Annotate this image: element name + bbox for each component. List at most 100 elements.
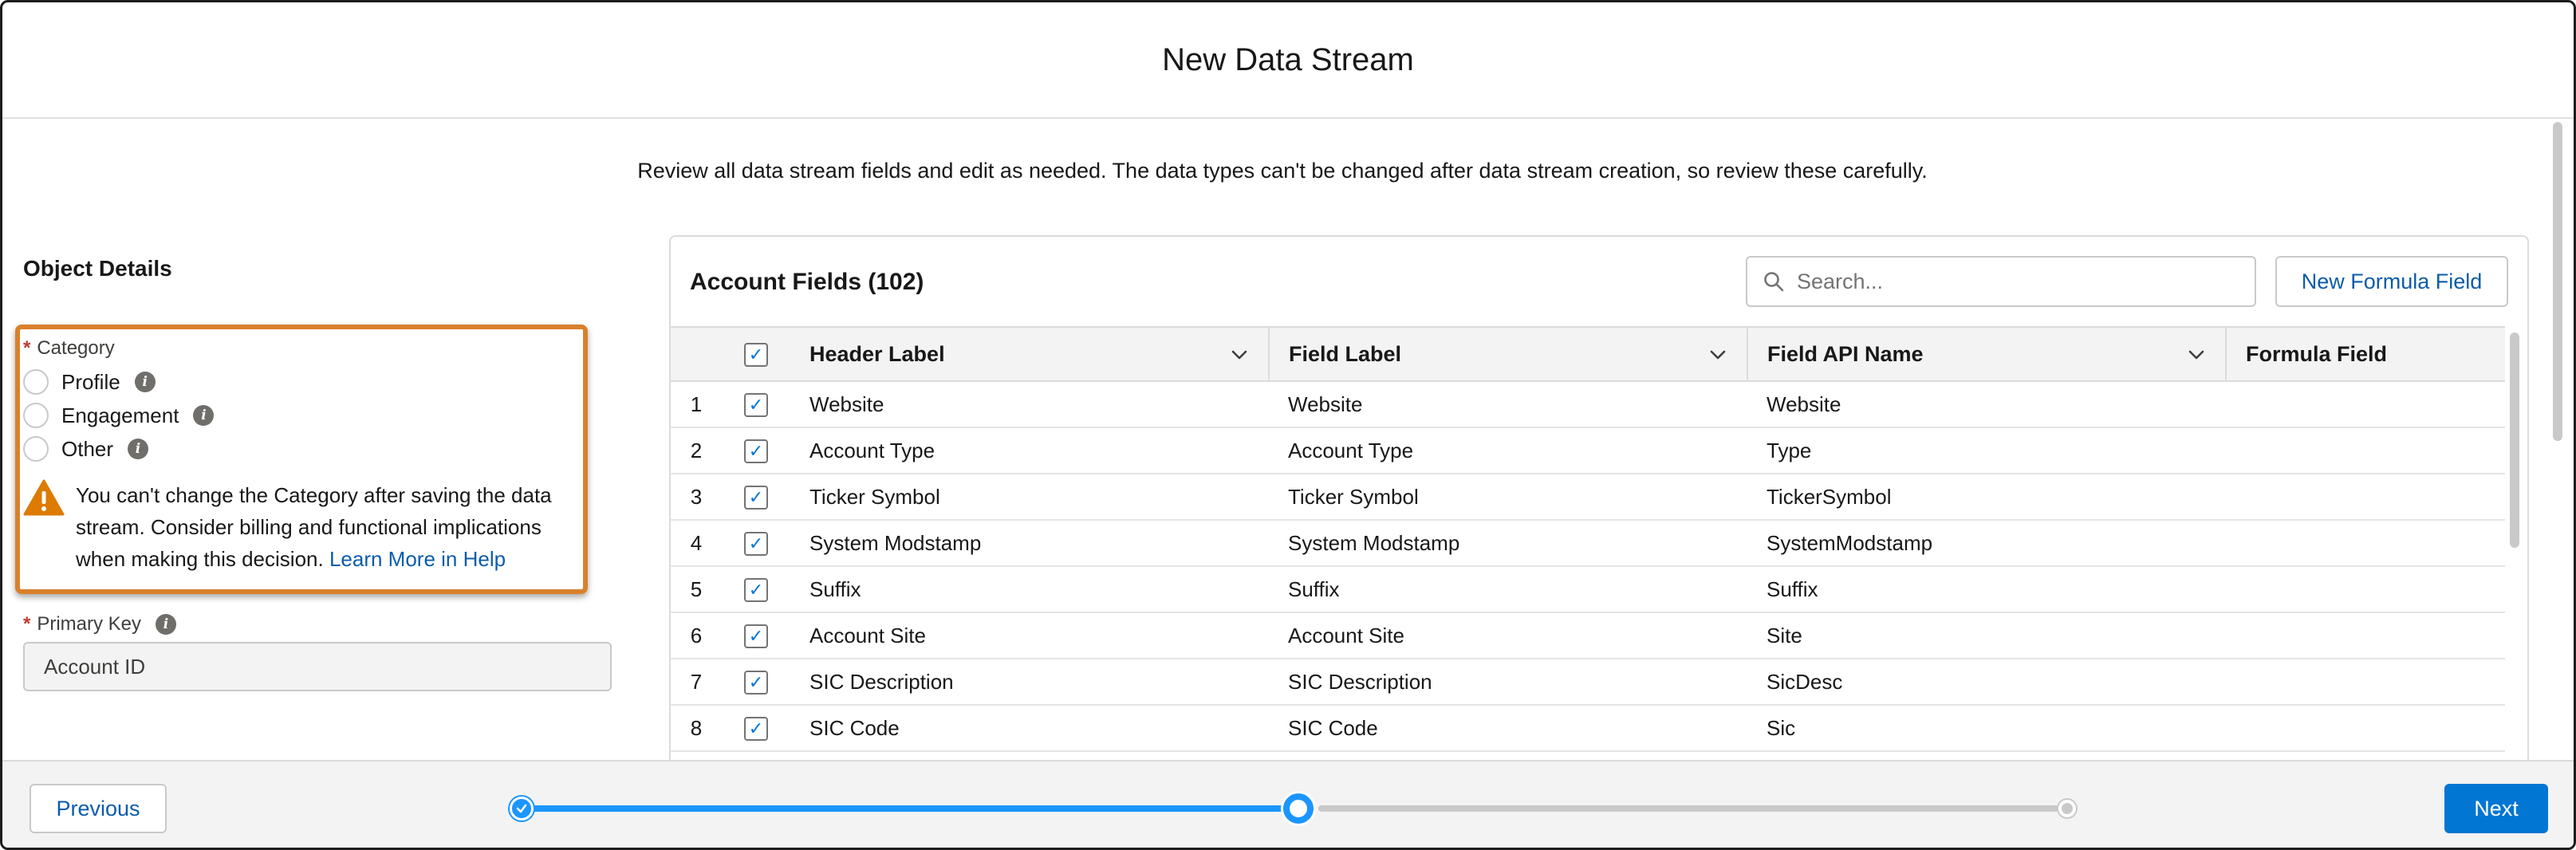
chevron-down-icon[interactable] — [1708, 345, 1727, 364]
chevron-down-icon[interactable] — [1230, 345, 1249, 364]
row-checkbox-cell: ✓ — [722, 612, 790, 659]
row-checkbox-cell: ✓ — [722, 520, 790, 567]
search-icon — [1764, 272, 1784, 292]
row-number: 6 — [671, 612, 722, 659]
column-header-text: Field Label — [1289, 341, 1402, 366]
row-checkbox[interactable]: ✓ — [744, 532, 768, 557]
header-label-cell[interactable]: SIC Description — [790, 659, 1269, 706]
row-checkbox-cell: ✓ — [722, 381, 790, 428]
row-checkbox[interactable]: ✓ — [744, 486, 768, 510]
table-header-row: ✓ Header Label Field Label Field API Nam… — [671, 326, 2505, 382]
page-scrollbar[interactable] — [2553, 122, 2562, 441]
fields-card-title: Account Fields (102) — [690, 269, 924, 295]
formula-field-cell — [2226, 566, 2505, 613]
required-marker: * — [23, 613, 31, 635]
progress-step-completed[interactable] — [510, 797, 534, 820]
table-row[interactable]: 1 ✓ Website Website Website — [671, 381, 2505, 428]
row-checkbox[interactable]: ✓ — [744, 624, 768, 649]
column-header-field-api-name[interactable]: Field API Name — [1747, 326, 2227, 382]
row-number: 5 — [671, 566, 722, 613]
formula-field-cell — [2226, 381, 2505, 428]
field-label-cell: System Modstamp — [1269, 520, 1747, 567]
checkmark-icon — [516, 804, 527, 813]
progress-step-current[interactable] — [1283, 793, 1314, 824]
next-button[interactable]: Next — [2444, 784, 2548, 833]
column-header-text: Field API Name — [1767, 341, 1924, 366]
api-name-cell: Suffix — [1747, 566, 2226, 613]
api-name-cell: SystemModstamp — [1747, 520, 2226, 567]
formula-field-cell — [2226, 474, 2505, 521]
column-header-header-label[interactable]: Header Label — [790, 326, 1270, 382]
field-label-cell: Account Type — [1269, 427, 1747, 474]
new-formula-field-button[interactable]: New Formula Field — [2275, 256, 2508, 307]
row-number: 2 — [671, 427, 722, 474]
table-row[interactable]: 5 ✓ Suffix Suffix Suffix — [671, 566, 2505, 613]
header-label-cell[interactable]: Ticker Symbol — [790, 474, 1269, 521]
chevron-down-icon[interactable] — [2187, 345, 2206, 364]
modal-title: New Data Stream — [1162, 41, 1414, 77]
api-name-cell: Type — [1747, 427, 2226, 474]
column-header-field-label[interactable]: Field Label — [1269, 326, 1748, 382]
row-checkbox-cell: ✓ — [722, 474, 790, 521]
row-number: 8 — [671, 705, 722, 752]
row-checkbox-cell: ✓ — [722, 659, 790, 706]
modal-header: New Data Stream — [2, 2, 2574, 119]
api-name-cell: Site — [1747, 612, 2226, 659]
column-header-text: Formula Field — [2246, 341, 2388, 366]
header-label-cell[interactable]: Website — [790, 381, 1269, 428]
header-label-cell[interactable]: Suffix — [790, 566, 1269, 613]
field-label-cell: SIC Code — [1269, 705, 1747, 752]
field-label-cell: Website — [1269, 381, 1747, 428]
progress-step-upcoming[interactable] — [2058, 800, 2076, 817]
header-label-cell[interactable]: SIC Code — [790, 705, 1269, 752]
header-label-cell[interactable]: Account Site — [790, 612, 1269, 659]
account-fields-card: Account Fields (102) New Formula Field — [669, 235, 2529, 848]
table-row[interactable]: 4 ✓ System Modstamp System Modstamp SystemMo… — [671, 520, 2505, 567]
row-checkbox[interactable]: ✓ — [744, 671, 768, 695]
header-label-cell[interactable]: System Modstamp — [790, 520, 1269, 567]
select-all-checkbox[interactable]: ✓ — [744, 342, 768, 367]
row-number: 1 — [671, 381, 722, 428]
search-box[interactable] — [1746, 256, 2256, 307]
row-number: 4 — [671, 520, 722, 567]
info-icon[interactable]: i — [156, 614, 177, 635]
api-name-cell: TickerSymbol — [1747, 474, 2226, 521]
row-number-header — [671, 326, 722, 382]
header-label-cell[interactable]: Account Type — [790, 427, 1269, 474]
row-checkbox[interactable]: ✓ — [744, 578, 768, 603]
row-checkbox[interactable]: ✓ — [744, 393, 768, 418]
table-row[interactable]: 2 ✓ Account Type Account Type Type — [671, 427, 2505, 474]
table-row[interactable]: 8 ✓ SIC Code SIC Code Sic — [671, 705, 2505, 752]
object-details-heading: Object Details — [23, 256, 172, 281]
row-number: 7 — [671, 659, 722, 706]
modal-window: New Data Stream Review all data stream f… — [0, 0, 2576, 850]
formula-field-cell — [2226, 427, 2505, 474]
row-checkbox[interactable]: ✓ — [744, 439, 768, 464]
primary-key-field[interactable]: Account ID — [23, 642, 612, 691]
previous-button[interactable]: Previous — [30, 784, 167, 833]
row-checkbox[interactable]: ✓ — [744, 717, 768, 742]
progress-bar-completed — [529, 805, 1299, 812]
fields-table: ✓ Header Label Field Label Field API Nam… — [671, 326, 2505, 752]
row-number: 3 — [671, 474, 722, 521]
api-name-cell: Sic — [1747, 705, 2226, 752]
formula-field-cell — [2226, 705, 2505, 752]
modal-footer: Previous Next — [2, 760, 2574, 848]
table-scrollbar[interactable] — [2510, 333, 2519, 548]
field-label-cell: Suffix — [1269, 566, 1747, 613]
search-input[interactable] — [1797, 269, 2227, 294]
formula-field-cell — [2226, 659, 2505, 706]
table-row[interactable]: 7 ✓ SIC Description SIC Description SicDesc — [671, 659, 2505, 706]
table-row[interactable]: 3 ✓ Ticker Symbol Ticker Symbol TickerSymbol — [671, 474, 2505, 521]
column-header-formula-field[interactable]: Formula Field — [2226, 326, 2505, 382]
row-checkbox-cell: ✓ — [722, 566, 790, 613]
column-header-text: Header Label — [809, 341, 945, 366]
primary-key-label: * Primary Key i — [23, 613, 177, 636]
table-row[interactable]: 6 ✓ Account Site Account Site Site — [671, 612, 2505, 659]
modal-description: Review all data stream fields and edit a… — [637, 159, 1928, 183]
field-label-cell: Ticker Symbol — [1269, 474, 1747, 521]
formula-field-cell — [2226, 520, 2505, 567]
field-label-cell: Account Site — [1269, 612, 1747, 659]
api-name-cell: Website — [1747, 381, 2226, 428]
api-name-cell: SicDesc — [1747, 659, 2226, 706]
